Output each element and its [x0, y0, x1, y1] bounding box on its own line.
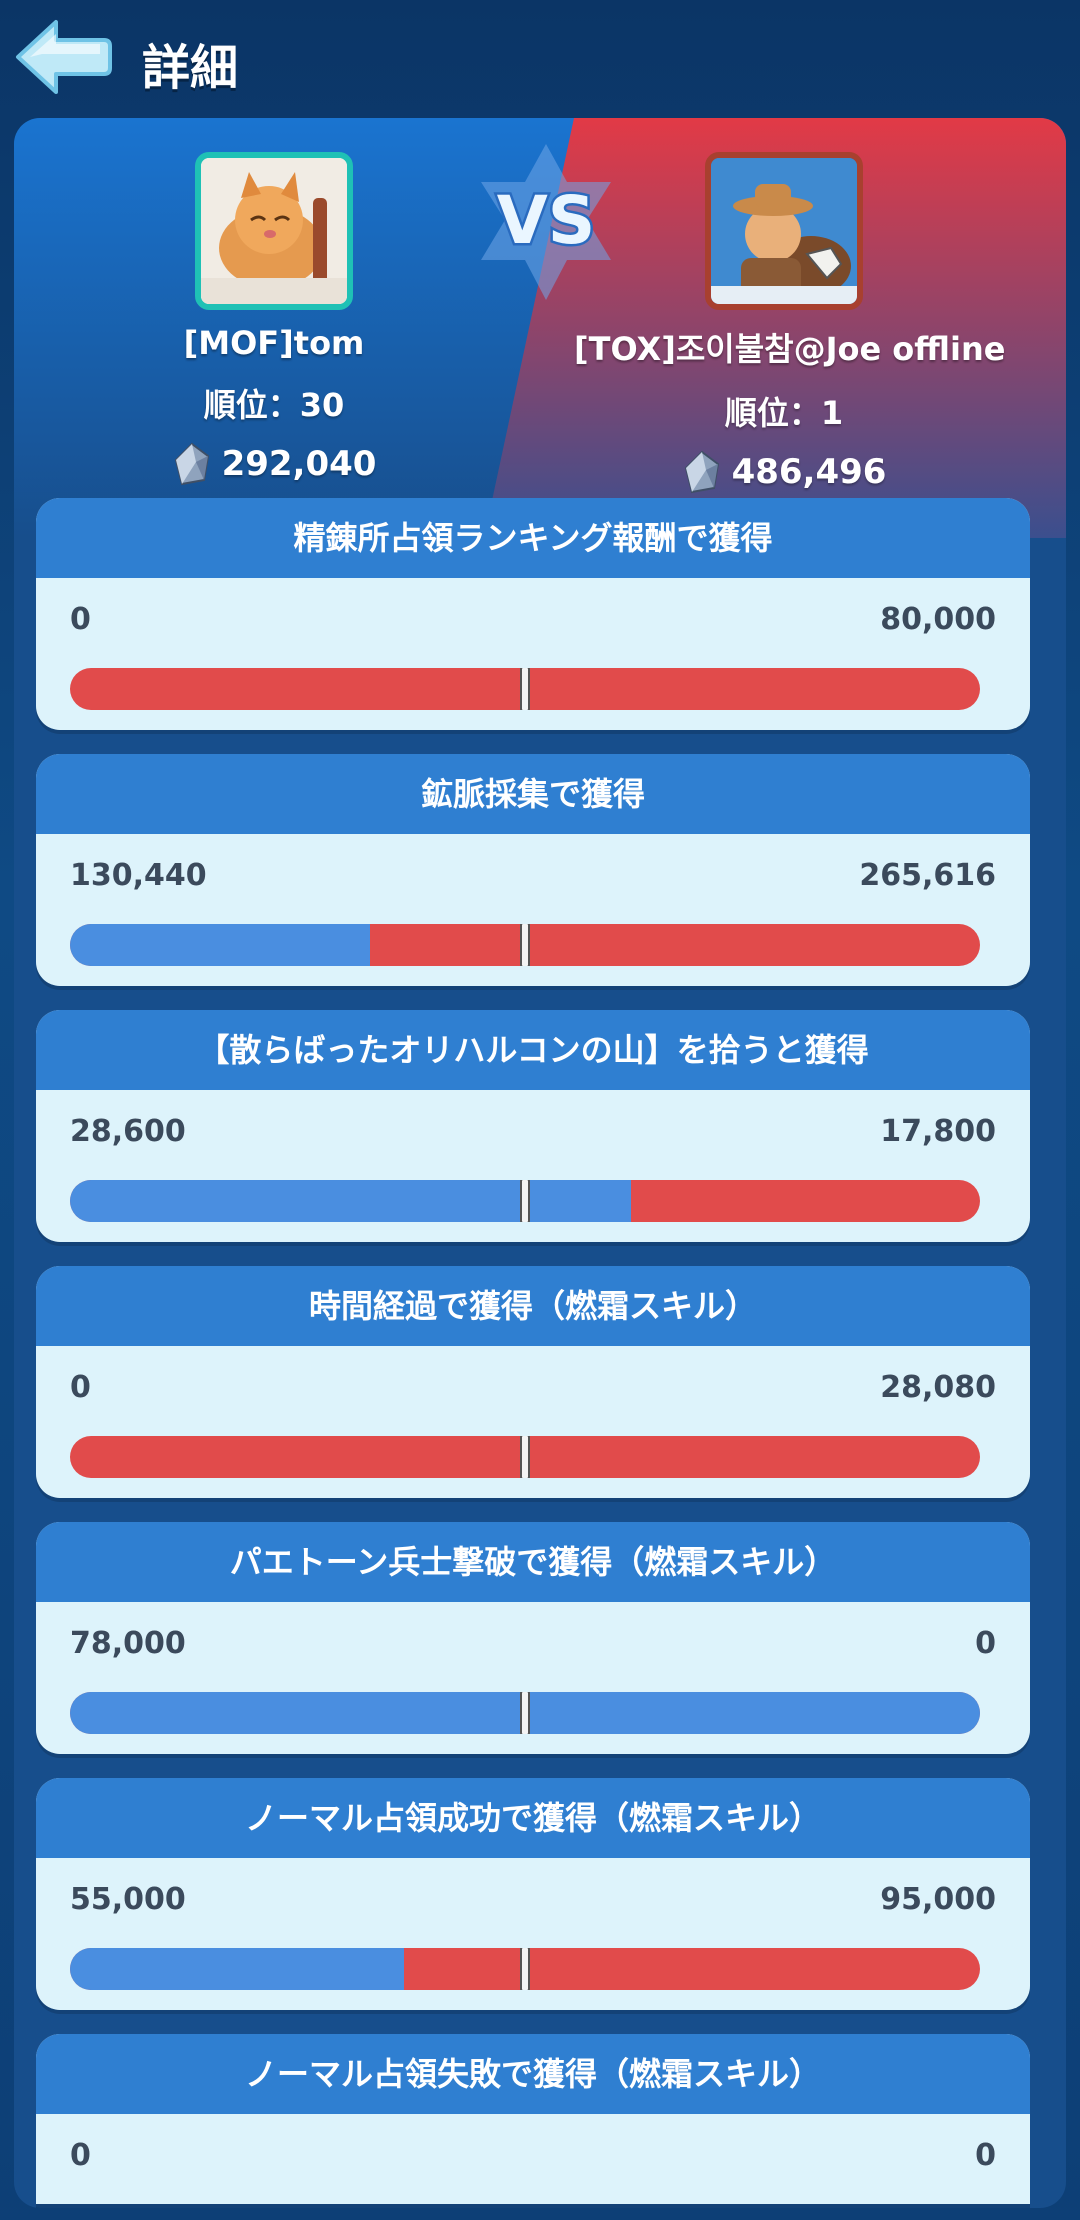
bar-center-marker [520, 924, 530, 966]
bar-center-marker [520, 1180, 530, 1222]
stat-card: ノーマル占領失敗で獲得（燃霜スキル） 0 0 [36, 2034, 1030, 2204]
stat-right-value: 0 [975, 1626, 996, 1661]
stat-card-title: パエトーン兵士撃破で獲得（燃霜スキル） [36, 1522, 1030, 1602]
stat-card: 精錬所占領ランキング報酬で獲得 0 80,000 [36, 498, 1030, 730]
versus-banner: [MOF]tom 順位：30 292,040 VS [TOX]조이불참@Joe … [14, 118, 1066, 538]
stat-right-value: 28,080 [880, 1370, 996, 1405]
back-arrow-icon [16, 20, 112, 94]
comparison-bar [70, 1692, 980, 1734]
player-right-avatar[interactable] [705, 152, 863, 310]
bar-center-marker [520, 1436, 530, 1478]
stat-card: 時間経過で獲得（燃霜スキル） 0 28,080 [36, 1266, 1030, 1498]
player-right-score: 486,496 [731, 452, 887, 492]
player-left: [MOF]tom 順位：30 292,040 [64, 118, 484, 486]
bar-left-fill [70, 1948, 404, 1990]
stat-right-value: 0 [975, 2138, 996, 2173]
stat-left-value: 0 [70, 1370, 91, 1405]
stat-left-value: 0 [70, 602, 91, 637]
stat-card: 鉱脈採集で獲得 130,440 265,616 [36, 754, 1030, 986]
stat-card-title: ノーマル占領失敗で獲得（燃霜スキル） [36, 2034, 1030, 2114]
player-right-name: [TOX]조이불참@Joe offline [574, 330, 1006, 368]
stat-card-title: 鉱脈採集で獲得 [36, 754, 1030, 834]
player-right: [TOX]조이불참@Joe offline 順位：1 486,496 [574, 118, 1006, 494]
orichalcum-crystal-icon [682, 450, 722, 494]
detail-screen: 詳細 [MOF]tom 順位：30 292,040 VS [TOX]조이불참@J… [0, 0, 1080, 2220]
comparison-bar [70, 1948, 980, 1990]
stat-right-value: 265,616 [859, 858, 996, 893]
player-right-score-row: 486,496 [574, 450, 994, 494]
player-left-avatar[interactable] [195, 152, 353, 310]
stat-card-title: 【散らばったオリハルコンの山】を拾うと獲得 [36, 1010, 1030, 1090]
header: 詳細 [0, 0, 1080, 120]
comparison-bar [70, 668, 980, 710]
stat-right-value: 17,800 [880, 1114, 996, 1149]
player-left-score-row: 292,040 [64, 442, 484, 486]
stat-card-title: ノーマル占領成功で獲得（燃霜スキル） [36, 1778, 1030, 1858]
bar-left-fill [70, 1180, 631, 1222]
stat-card-title: 時間経過で獲得（燃霜スキル） [36, 1266, 1030, 1346]
stat-card-title: 精錬所占領ランキング報酬で獲得 [36, 498, 1030, 578]
stat-card: 【散らばったオリハルコンの山】を拾うと獲得 28,600 17,800 [36, 1010, 1030, 1242]
stat-left-value: 78,000 [70, 1626, 186, 1661]
cowboy-cat-avatar-icon [711, 158, 857, 304]
back-button[interactable] [12, 14, 112, 100]
stat-right-value: 80,000 [880, 602, 996, 637]
bar-left-fill [70, 924, 370, 966]
stat-left-value: 28,600 [70, 1114, 186, 1149]
stat-right-value: 95,000 [880, 1882, 996, 1917]
player-left-score: 292,040 [221, 444, 377, 484]
player-left-name: [MOF]tom [183, 324, 365, 362]
player-left-rank: 順位：30 [203, 386, 345, 424]
comparison-bar [70, 1436, 980, 1478]
bar-center-marker [520, 668, 530, 710]
player-right-rank: 順位：1 [724, 394, 844, 432]
stat-card: ノーマル占領成功で獲得（燃霜スキル） 55,000 95,000 [36, 1778, 1030, 2010]
comparison-bar [70, 1180, 980, 1222]
stat-left-value: 130,440 [70, 858, 207, 893]
stat-card: パエトーン兵士撃破で獲得（燃霜スキル） 78,000 0 [36, 1522, 1030, 1754]
stat-left-value: 0 [70, 2138, 91, 2173]
page-title: 詳細 [142, 40, 239, 96]
bar-center-marker [520, 1948, 530, 1990]
stat-left-value: 55,000 [70, 1882, 186, 1917]
comparison-bar [70, 924, 980, 966]
orichalcum-crystal-icon [172, 442, 212, 486]
bar-center-marker [520, 1692, 530, 1734]
cat-avatar-icon [201, 158, 347, 304]
